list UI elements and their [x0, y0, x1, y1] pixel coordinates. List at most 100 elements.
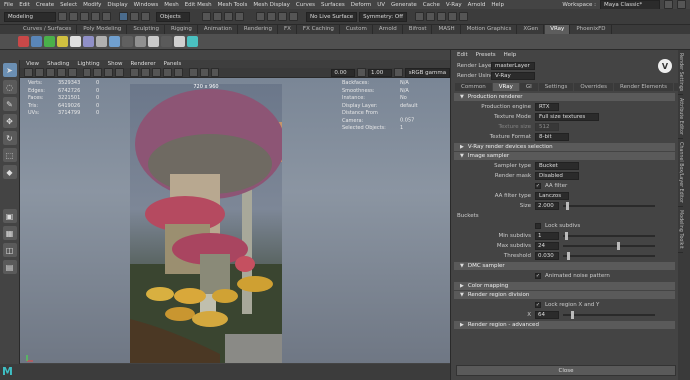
xray-joints-icon[interactable]: [210, 68, 220, 77]
camera-icon[interactable]: [415, 12, 425, 21]
render-settings-tab[interactable]: Render Elements: [614, 83, 673, 91]
shelf-tab[interactable]: VRay: [545, 25, 571, 34]
side-tab[interactable]: Attribute Editor: [678, 95, 683, 140]
render-settings-tab[interactable]: Settings: [538, 83, 574, 91]
vray-sphere-light-icon[interactable]: [135, 36, 146, 47]
menu-item[interactable]: Deform: [351, 2, 371, 8]
redo-icon[interactable]: [102, 12, 111, 21]
vray-light-icon[interactable]: [57, 36, 68, 47]
aa-filter-checkbox[interactable]: ✓: [535, 183, 541, 189]
shelf-tab[interactable]: XGen: [518, 25, 545, 34]
viewport-menu-item[interactable]: Panels: [164, 61, 182, 67]
section-render-devices[interactable]: ▶ V-Ray render devices selection: [454, 143, 675, 151]
smooth-shade-icon[interactable]: [141, 68, 150, 77]
render-layer-selector[interactable]: masterLayer: [491, 62, 535, 70]
menu-item[interactable]: UV: [377, 2, 385, 8]
close-button[interactable]: Close: [456, 365, 676, 376]
hypershade-icon[interactable]: [289, 12, 298, 21]
render-settings-menu-item[interactable]: Edit: [457, 52, 468, 58]
render-mask-selector[interactable]: Disabled: [535, 172, 579, 180]
shelf-tab[interactable]: Rigging: [166, 25, 198, 34]
viewport-menu-item[interactable]: View: [26, 61, 39, 67]
snap-curve-icon[interactable]: [213, 12, 222, 21]
menu-item[interactable]: Display: [107, 2, 127, 8]
vray-fur-icon[interactable]: [109, 36, 120, 47]
menu-item[interactable]: Mesh: [164, 2, 178, 8]
outliner-layout-icon[interactable]: ▤: [2, 260, 17, 274]
texture-format-selector[interactable]: 8-bit: [535, 133, 569, 141]
workspace-toggle-icon[interactable]: [426, 12, 436, 21]
render-settings-tab[interactable]: Overrides: [574, 83, 613, 91]
menu-item[interactable]: Arnold: [468, 2, 486, 8]
camera-attributes-icon[interactable]: [45, 68, 55, 77]
viewport-menu-item[interactable]: Show: [108, 61, 123, 67]
lock-camera-icon[interactable]: [34, 68, 44, 77]
textured-icon[interactable]: [151, 68, 161, 77]
mode-selector[interactable]: Modeling: [4, 11, 56, 22]
side-tab[interactable]: Modeling Toolkit: [678, 207, 683, 253]
vray-physical-camera-icon[interactable]: [161, 36, 172, 47]
select-component-icon[interactable]: [141, 12, 150, 21]
xray-icon[interactable]: [199, 68, 209, 77]
exposure-field[interactable]: 0.00: [331, 68, 356, 77]
colorspace-selector[interactable]: sRGB gamma: [404, 67, 451, 78]
viewport-panel[interactable]: Verts: 3529343 Edges: 6742726 Faces: 3221501 T…: [20, 78, 450, 363]
vray-dome-icon[interactable]: [70, 36, 81, 47]
render-frame-icon[interactable]: [256, 12, 265, 21]
paint-select-icon[interactable]: ✎: [2, 97, 17, 111]
menu-item[interactable]: Windows: [134, 2, 159, 8]
slider-knob[interactable]: [617, 242, 620, 250]
texture-mode-selector[interactable]: Full size textures: [535, 113, 599, 121]
render-settings-tab[interactable]: Common: [455, 83, 492, 91]
min-subdivs-slider[interactable]: [563, 232, 655, 240]
viewport-menu-item[interactable]: Lighting: [77, 61, 99, 67]
section-production-renderer[interactable]: ▼ Production renderer: [454, 93, 675, 101]
menu-item[interactable]: Modify: [83, 2, 101, 8]
viewport-menu-item[interactable]: Renderer: [130, 61, 155, 67]
side-tab[interactable]: Render Settings: [678, 50, 683, 96]
image-plane-icon[interactable]: [67, 68, 77, 77]
vray-proxy-icon[interactable]: [96, 36, 107, 47]
bookmarks-icon[interactable]: [56, 68, 66, 77]
lights-icon[interactable]: [162, 68, 172, 77]
vray-mesh-light-icon[interactable]: [122, 36, 133, 47]
lock-subdivs-checkbox[interactable]: [535, 223, 541, 229]
ipr-render-icon[interactable]: [267, 12, 276, 21]
menu-item[interactable]: File: [4, 2, 13, 8]
vray-cloud-icon[interactable]: [174, 36, 185, 47]
shelf-tab[interactable]: MASH: [433, 25, 461, 34]
render-using-selector[interactable]: V-Ray: [491, 72, 535, 80]
section-dmc-sampler[interactable]: ▼ DMC sampler: [454, 262, 675, 270]
shelf-tab[interactable]: Animation: [199, 25, 238, 34]
resolution-gate-icon[interactable]: [104, 68, 114, 77]
snap-surface-icon[interactable]: [235, 12, 244, 21]
new-scene-icon[interactable]: [58, 12, 67, 21]
render-settings-icon[interactable]: [278, 12, 287, 21]
vray-render-icon[interactable]: [31, 36, 42, 47]
snap-point-icon[interactable]: [224, 12, 233, 21]
shelf-tab[interactable]: Curves / Surfaces: [18, 25, 78, 34]
threshold-field[interactable]: 0.030: [535, 252, 559, 260]
sampler-type-selector[interactable]: Bucket: [535, 162, 579, 170]
shelf-tab[interactable]: PhoenixFD: [571, 25, 612, 34]
command-line[interactable]: [0, 364, 450, 380]
lasso-tool-icon[interactable]: ◌: [2, 80, 17, 94]
shelf-tab[interactable]: FX: [279, 25, 297, 34]
menu-item[interactable]: Cache: [423, 2, 440, 8]
size-field[interactable]: 2.000: [535, 202, 559, 210]
aa-filter-type-selector[interactable]: Lanczos: [535, 192, 569, 200]
workspace-settings-icon[interactable]: [677, 0, 686, 9]
single-pane-layout-icon[interactable]: ▣: [2, 209, 17, 223]
slider-knob[interactable]: [566, 202, 569, 210]
live-surface-field[interactable]: No Live Surface: [306, 11, 358, 22]
gamma-field[interactable]: 1.00: [368, 68, 392, 77]
region-x-field[interactable]: 64: [535, 311, 559, 319]
menu-item[interactable]: Help: [491, 2, 504, 8]
side-by-side-layout-icon[interactable]: ◫: [2, 243, 17, 257]
shelf-tab[interactable]: Custom: [341, 25, 373, 34]
menu-item[interactable]: Curves: [296, 2, 315, 8]
slider-knob[interactable]: [565, 232, 568, 240]
symmetry-selector[interactable]: Symmetry: Off: [359, 11, 408, 22]
move-tool-icon[interactable]: ✥: [2, 114, 17, 128]
shelf-tab[interactable]: Poly Modeling: [78, 25, 128, 34]
